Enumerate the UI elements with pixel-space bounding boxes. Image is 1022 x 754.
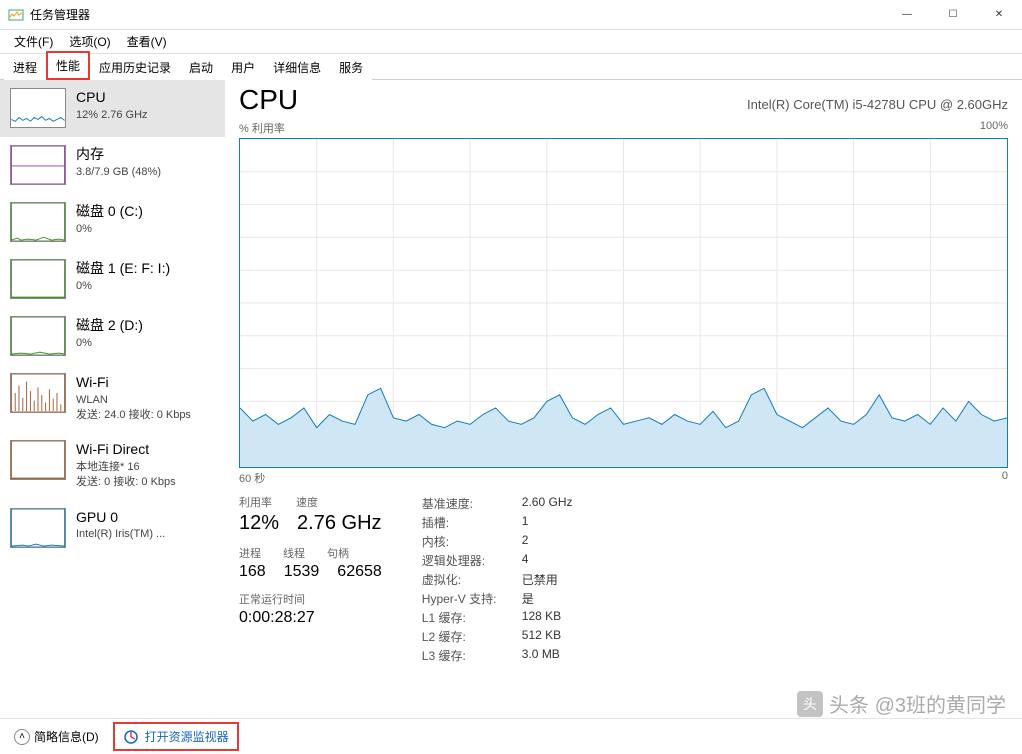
tab-startup[interactable]: 启动 — [180, 54, 222, 80]
tab-processes[interactable]: 进程 — [4, 54, 46, 80]
menu-view[interactable]: 查看(V) — [119, 31, 175, 52]
watermark: 头 头条 @3班的黄同学 — [797, 689, 1006, 718]
uptime-value: 0:00:28:27 — [239, 609, 382, 627]
watermark-icon: 头 — [797, 691, 823, 717]
tab-performance[interactable]: 性能 — [46, 51, 90, 80]
wifi-thumb — [10, 373, 66, 413]
main-panel: CPU Intel(R) Core(TM) i5-4278U CPU @ 2.6… — [225, 80, 1022, 718]
disk-thumb — [10, 316, 66, 356]
resource-monitor-icon — [123, 729, 139, 745]
content: CPU 12% 2.76 GHz 内存3.8/7.9 GB (48%) 磁盘 0… — [0, 80, 1022, 718]
chart-y-labels: % 利用率 100% — [239, 120, 1008, 136]
speed-value: 2.76 GHz — [297, 512, 381, 535]
sidebar-item-wifi[interactable]: Wi-FiWLAN发送: 24.0 接收: 0 Kbps — [0, 365, 225, 432]
tabbar: 进程 性能 应用历史记录 启动 用户 详细信息 服务 — [0, 54, 1022, 80]
details-table: 基准速度:2.60 GHz插槽:1内核:2逻辑处理器:4虚拟化:已禁用Hyper… — [422, 494, 573, 665]
wifi-thumb — [10, 440, 66, 480]
tab-services[interactable]: 服务 — [330, 54, 372, 80]
titlebar: 任务管理器 — ☐ ✕ — [0, 0, 1022, 30]
window-title: 任务管理器 — [30, 6, 884, 23]
sidebar-item-cpu[interactable]: CPU 12% 2.76 GHz — [0, 80, 225, 137]
sidebar-item-disk1[interactable]: 磁盘 1 (E: F: I:)0% — [0, 251, 225, 308]
page-title: CPU — [239, 84, 298, 116]
disk-thumb — [10, 202, 66, 242]
tab-details[interactable]: 详细信息 — [264, 54, 330, 80]
sidebar-item-disk2[interactable]: 磁盘 2 (D:)0% — [0, 308, 225, 365]
menubar: 文件(F) 选项(O) 查看(V) — [0, 30, 1022, 54]
chart-x-labels: 60 秒 0 — [239, 470, 1008, 486]
disk-thumb — [10, 259, 66, 299]
tab-users[interactable]: 用户 — [222, 54, 264, 80]
detail-row: L2 缓存:512 KB — [422, 627, 573, 646]
app-icon — [8, 7, 24, 23]
cpu-thumb — [10, 88, 66, 128]
processes-value: 168 — [239, 563, 266, 581]
maximize-button[interactable]: ☐ — [930, 0, 976, 30]
threads-value: 1539 — [284, 563, 320, 581]
cpu-utilization-chart[interactable] — [239, 138, 1008, 468]
detail-row: L3 缓存:3.0 MB — [422, 646, 573, 665]
close-button[interactable]: ✕ — [976, 0, 1022, 30]
footer: ˄ 简略信息(D) 打开资源监视器 — [0, 718, 1022, 754]
main-header: CPU Intel(R) Core(TM) i5-4278U CPU @ 2.6… — [239, 84, 1008, 116]
stats-left: 利用率 速度 12% 2.76 GHz 进程 线程 句柄 168 1539 62… — [239, 494, 382, 665]
menu-options[interactable]: 选项(O) — [61, 31, 118, 52]
sidebar-item-wifi-direct[interactable]: Wi-Fi Direct本地连接* 16发送: 0 接收: 0 Kbps — [0, 432, 225, 499]
sidebar-item-disk0[interactable]: 磁盘 0 (C:)0% — [0, 194, 225, 251]
open-resource-monitor-link[interactable]: 打开资源监视器 — [113, 722, 239, 751]
handles-value: 62658 — [337, 563, 382, 581]
detail-row: 插槽:1 — [422, 513, 573, 532]
brief-toggle[interactable]: ˄ 简略信息(D) — [14, 728, 99, 745]
detail-row: L1 缓存:128 KB — [422, 608, 573, 627]
memory-thumb — [10, 145, 66, 185]
detail-row: 基准速度:2.60 GHz — [422, 494, 573, 513]
sidebar: CPU 12% 2.76 GHz 内存3.8/7.9 GB (48%) 磁盘 0… — [0, 80, 225, 718]
sidebar-item-gpu0[interactable]: GPU 0Intel(R) Iris(TM) ... — [0, 500, 225, 557]
detail-row: 逻辑处理器:4 — [422, 551, 573, 570]
gpu-thumb — [10, 508, 66, 548]
detail-row: 虚拟化:已禁用 — [422, 570, 573, 589]
utilization-value: 12% — [239, 512, 279, 535]
minimize-button[interactable]: — — [884, 0, 930, 30]
sidebar-item-memory[interactable]: 内存3.8/7.9 GB (48%) — [0, 137, 225, 194]
chevron-up-icon: ˄ — [14, 729, 30, 745]
detail-row: 内核:2 — [422, 532, 573, 551]
stats: 利用率 速度 12% 2.76 GHz 进程 线程 句柄 168 1539 62… — [239, 494, 1008, 665]
menu-file[interactable]: 文件(F) — [6, 31, 61, 52]
tab-app-history[interactable]: 应用历史记录 — [90, 54, 180, 80]
cpu-model: Intel(R) Core(TM) i5-4278U CPU @ 2.60GHz — [747, 97, 1008, 112]
sidebar-info: CPU 12% 2.76 GHz — [76, 88, 148, 123]
detail-row: Hyper-V 支持:是 — [422, 589, 573, 608]
